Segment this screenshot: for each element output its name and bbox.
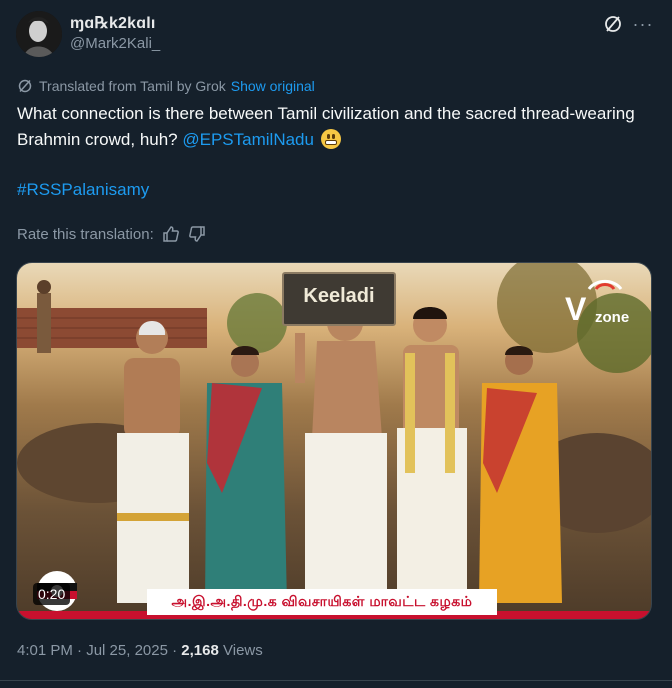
author-avatar[interactable]: [16, 11, 62, 57]
grok-small-icon: [17, 78, 33, 94]
grimacing-face-icon: [320, 129, 341, 149]
thumbs-up-icon[interactable]: [162, 225, 180, 243]
author-display-name[interactable]: ɱɑ℞k2kɑlı: [70, 13, 156, 33]
thumbs-down-icon[interactable]: [188, 225, 206, 243]
channel-logo-v: V: [565, 291, 587, 327]
channel-logo-zone: zone: [595, 309, 630, 326]
video-caption: அ.இ.அ.தி.மு.க விவசாயிகள் மாவட்ட கழகம்: [147, 589, 497, 615]
keeladi-sign: Keeladi: [282, 272, 396, 326]
avatar-portrait-icon: [16, 11, 62, 57]
rate-translation-label: Rate this translation:: [17, 225, 154, 243]
meta-separator: ·: [72, 642, 87, 659]
channel-logo: V zone: [565, 273, 645, 328]
translation-notice-text: Translated from Tamil by Grok: [39, 78, 226, 94]
meta-separator-2: ·: [167, 642, 182, 659]
tweet-time[interactable]: 4:01 PM: [17, 642, 73, 659]
rate-translation: Rate this translation:: [17, 224, 206, 244]
video-player[interactable]: Keeladi V zone அ.இ.அ.தி.மு.க விவசாயிகள் …: [16, 262, 652, 620]
mention-link[interactable]: @EPSTamilNadu: [182, 130, 314, 149]
views-label: Views: [218, 642, 263, 659]
hashtag-link[interactable]: #RSSPalanisamy: [17, 180, 149, 200]
divider: [0, 680, 672, 681]
show-original-link[interactable]: Show original: [231, 78, 315, 94]
tweet-meta: 4:01 PM · Jul 25, 2025 · 2,168 Views: [17, 642, 263, 659]
author-handle[interactable]: @Mark2Kali_: [70, 35, 160, 52]
more-options-button[interactable]: ···: [630, 11, 656, 37]
grok-icon[interactable]: [600, 11, 626, 37]
broadcast-signal-icon: [587, 279, 623, 290]
tweet-date[interactable]: Jul 25, 2025: [86, 642, 168, 659]
video-duration: 0:20: [33, 583, 71, 605]
tweet-text: What connection is there between Tamil c…: [17, 101, 657, 153]
views-count: 2,168: [181, 642, 219, 659]
translation-notice: Translated from Tamil by Grok Show origi…: [17, 77, 315, 95]
